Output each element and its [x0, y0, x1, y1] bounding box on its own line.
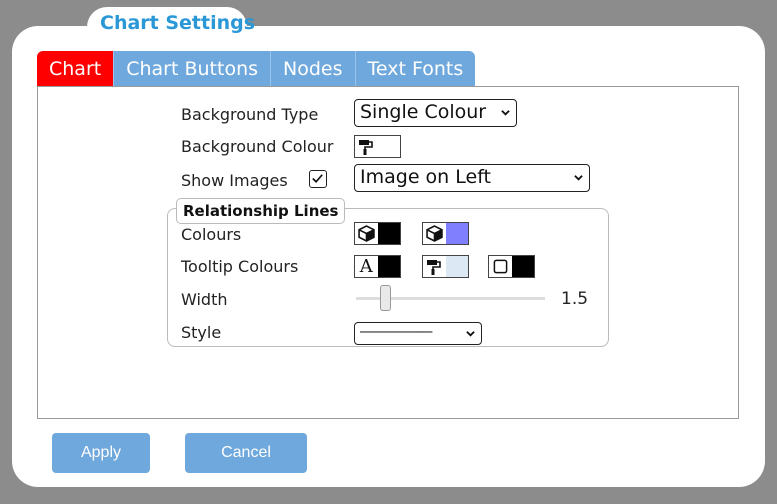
relationship-lines-title: Relationship Lines	[176, 198, 346, 224]
tooltip-background-colour-picker[interactable]	[422, 255, 469, 278]
cancel-button[interactable]: Cancel	[185, 433, 307, 473]
background-colour-swatch	[377, 136, 400, 157]
show-images-checkbox[interactable]	[309, 170, 327, 188]
border-icon	[489, 256, 512, 277]
chevron-down-icon	[501, 110, 510, 116]
tooltip-background-colour-swatch	[445, 256, 468, 277]
line-colour-swatch	[377, 223, 400, 244]
line-highlight-colour-swatch	[445, 223, 468, 244]
background-type-label: Background Type	[181, 105, 319, 124]
tooltip-text-colour-picker[interactable]: A	[354, 255, 401, 278]
tooltip-border-colour-picker[interactable]	[488, 255, 535, 278]
cube-icon	[355, 223, 378, 244]
paint-roller-icon	[423, 256, 446, 277]
colours-label: Colours	[181, 225, 242, 244]
width-slider-thumb[interactable]	[380, 285, 391, 311]
background-type-select[interactable]: Single Colour	[354, 99, 517, 127]
apply-button[interactable]: Apply	[52, 433, 150, 473]
chevron-down-icon	[466, 331, 475, 337]
tab-chart[interactable]: Chart	[37, 51, 115, 86]
image-position-select[interactable]: Image on Left	[354, 164, 590, 192]
line-highlight-colour-picker[interactable]	[422, 222, 469, 245]
checkmark-icon	[312, 174, 323, 184]
image-position-value: Image on Left	[360, 166, 491, 188]
tab-text-fonts[interactable]: Text Fonts	[355, 51, 476, 86]
text-color-icon: A	[359, 256, 373, 277]
background-type-value: Single Colour	[360, 101, 487, 123]
tab-chart-buttons[interactable]: Chart Buttons	[114, 51, 272, 86]
tooltip-colours-label: Tooltip Colours	[181, 257, 299, 276]
style-label: Style	[181, 323, 222, 342]
tab-bar: Chart Chart Buttons Nodes Text Fonts	[37, 51, 476, 86]
show-images-label: Show Images	[181, 171, 288, 190]
width-label: Width	[181, 290, 228, 309]
tooltip-text-colour-swatch	[377, 256, 400, 277]
paint-roller-icon	[355, 136, 378, 157]
background-colour-label: Background Colour	[181, 137, 334, 156]
cube-icon	[423, 223, 446, 244]
background-colour-picker[interactable]	[354, 135, 401, 158]
line-style-select[interactable]: ──────────	[354, 322, 482, 345]
tooltip-border-colour-swatch	[511, 256, 534, 277]
line-colour-picker[interactable]	[354, 222, 401, 245]
width-value: 1.5	[561, 289, 589, 309]
tab-nodes[interactable]: Nodes	[271, 51, 356, 86]
dialog-title: Chart Settings	[100, 12, 256, 34]
chevron-down-icon	[574, 175, 583, 181]
line-style-value: ──────────	[360, 325, 433, 339]
